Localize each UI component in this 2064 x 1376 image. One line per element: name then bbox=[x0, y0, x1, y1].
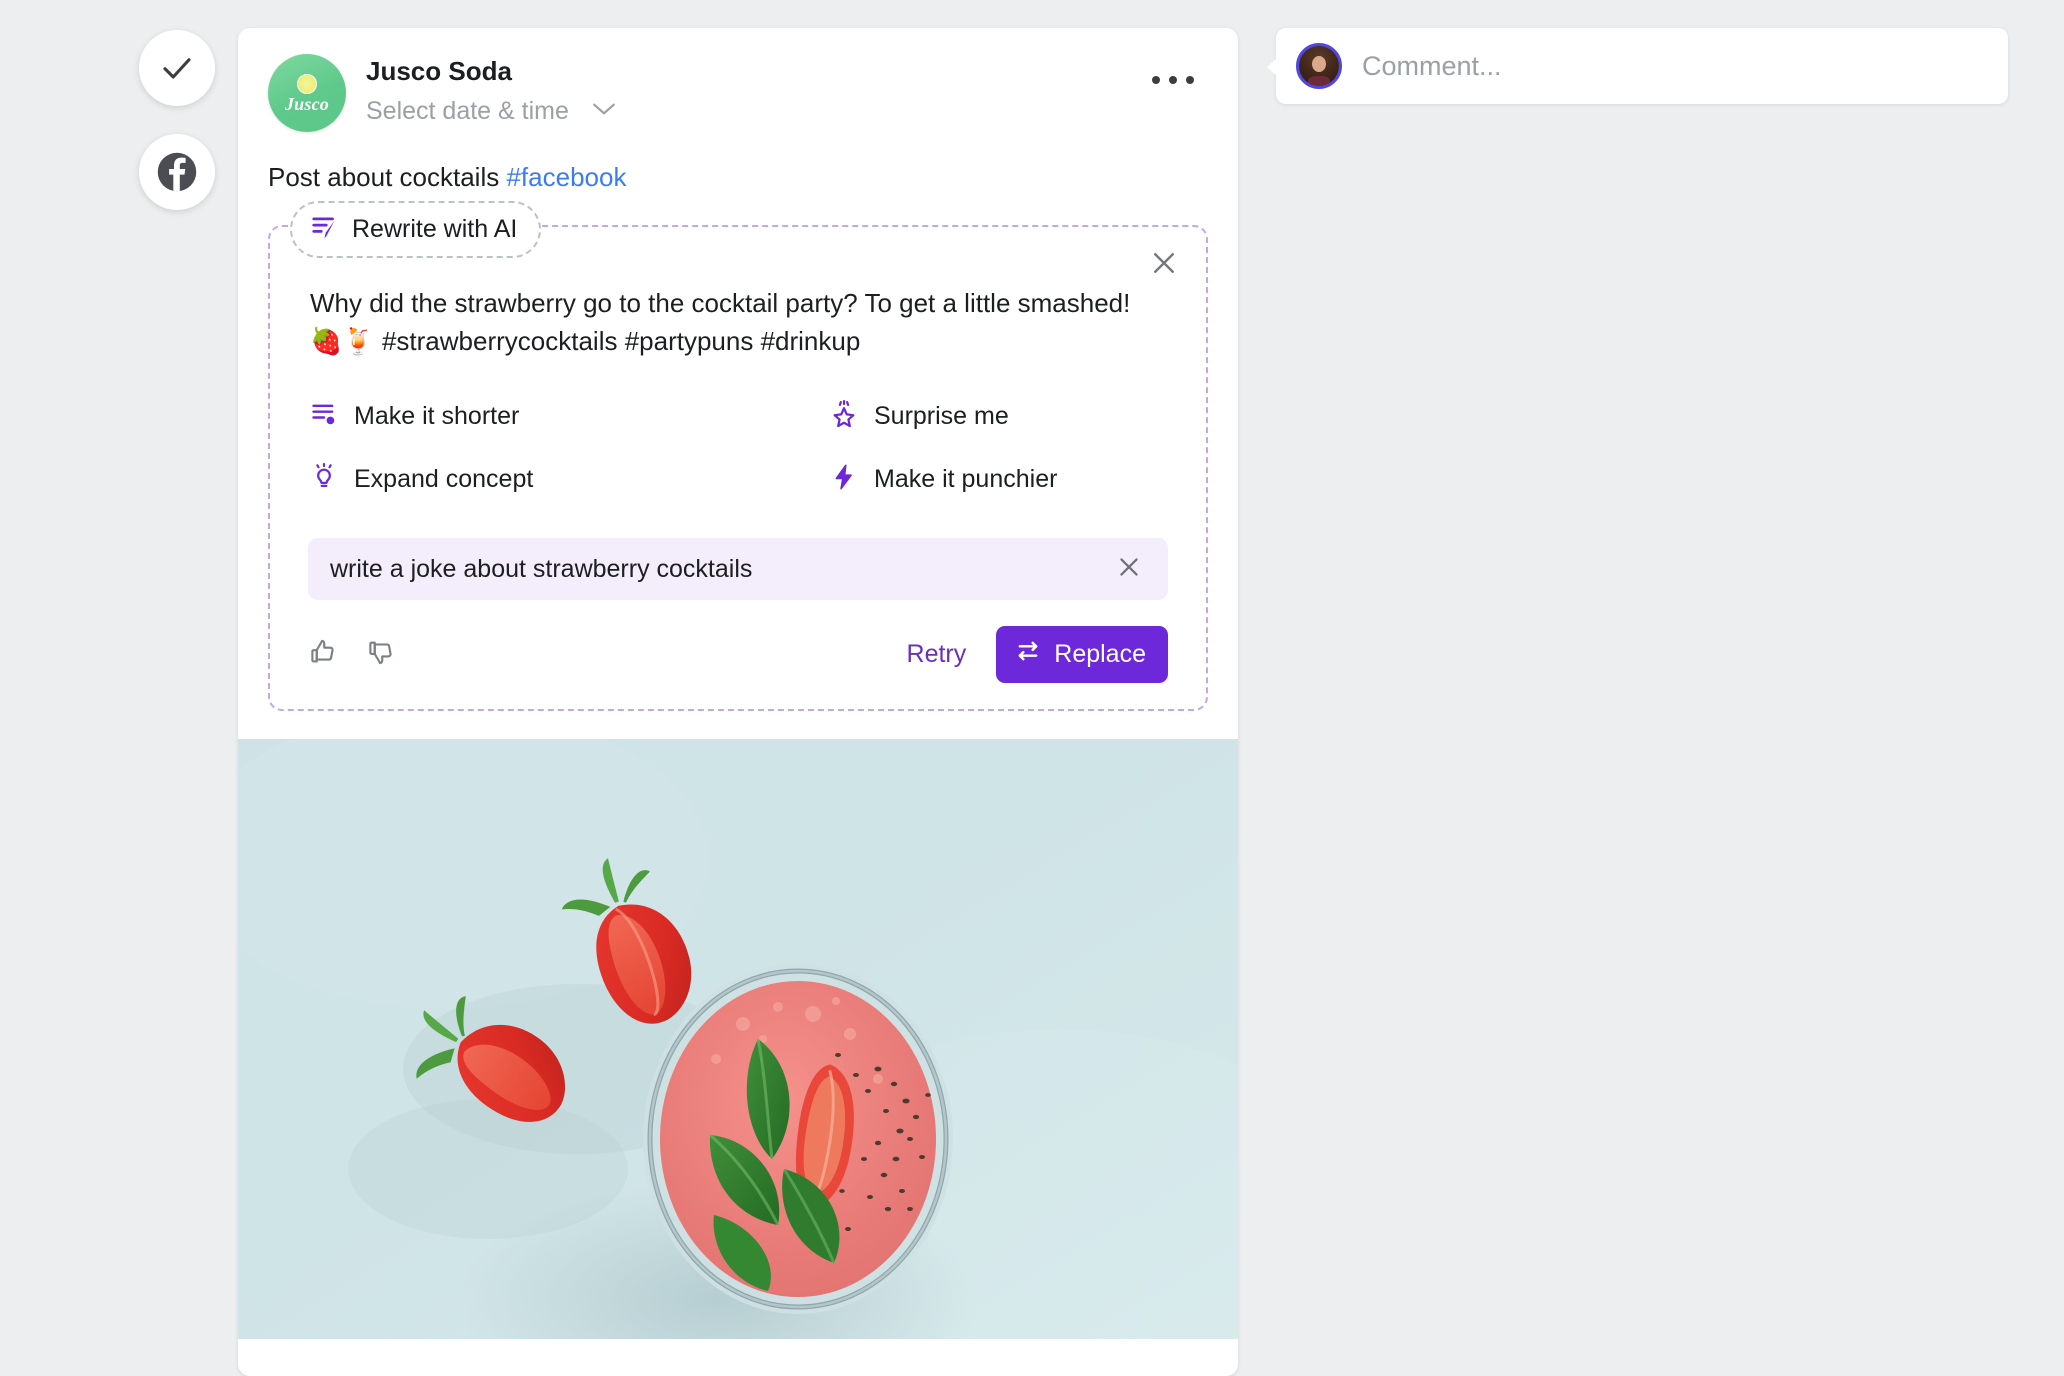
retry-button[interactable]: Retry bbox=[891, 630, 983, 679]
rewrite-ai-icon bbox=[310, 212, 340, 247]
feedback-group bbox=[308, 637, 396, 672]
close-icon bbox=[1149, 248, 1179, 283]
schedule-label: Select date & time bbox=[366, 97, 569, 126]
option-make-it-punchier[interactable]: Make it punchier bbox=[738, 463, 1166, 496]
dot-3 bbox=[1186, 76, 1194, 84]
lightning-bolt-icon bbox=[830, 463, 858, 496]
option-make-it-shorter[interactable]: Make it shorter bbox=[310, 400, 738, 433]
repeat-swap-icon bbox=[1014, 637, 1042, 672]
ai-option-list: Make it shorter Surprise me Expand conce… bbox=[298, 360, 1178, 496]
ai-prompt-field[interactable]: write a joke about strawberry cocktails bbox=[308, 538, 1168, 601]
ai-panel-footer: Retry Replace bbox=[308, 626, 1168, 684]
thumbs-down-icon[interactable] bbox=[366, 637, 396, 672]
shorten-lines-icon bbox=[310, 400, 338, 433]
thumbs-up-icon[interactable] bbox=[308, 637, 338, 672]
facebook-channel-button[interactable] bbox=[139, 134, 215, 210]
option-label: Expand concept bbox=[354, 465, 534, 494]
approve-check-button[interactable] bbox=[139, 30, 215, 106]
option-surprise-me[interactable]: Surprise me bbox=[738, 400, 1166, 433]
facebook-icon bbox=[156, 151, 198, 193]
chevron-down-icon bbox=[591, 101, 617, 122]
schedule-picker[interactable]: Select date & time bbox=[366, 97, 617, 126]
lightbulb-icon bbox=[310, 463, 338, 496]
lemon-slice-icon bbox=[297, 73, 317, 94]
post-header: Jusco Jusco Soda Select date & time bbox=[238, 28, 1238, 132]
left-rail bbox=[139, 30, 215, 238]
post-card: Jusco Jusco Soda Select date & time Post… bbox=[238, 28, 1238, 1376]
clear-prompt-button[interactable] bbox=[1110, 550, 1148, 588]
avatar-brand-text: Jusco bbox=[284, 93, 329, 114]
close-ai-panel-button[interactable] bbox=[1144, 245, 1184, 285]
account-name: Jusco Soda bbox=[366, 56, 512, 86]
option-expand-concept[interactable]: Expand concept bbox=[310, 463, 738, 496]
check-icon bbox=[159, 50, 195, 86]
option-label: Surprise me bbox=[874, 402, 1009, 431]
ai-prompt-value: write a joke about strawberry cocktails bbox=[330, 554, 753, 583]
post-hashtag[interactable]: #facebook bbox=[506, 162, 626, 192]
post-body-text[interactable]: Post about cocktails #facebook bbox=[238, 132, 1238, 195]
replace-button[interactable]: Replace bbox=[996, 626, 1168, 684]
post-header-text: Jusco Soda Select date & time bbox=[366, 54, 617, 126]
avatar-body bbox=[1307, 75, 1331, 86]
ai-suggestion-text: Why did the strawberry go to the cocktai… bbox=[310, 288, 1131, 356]
option-label: Make it shorter bbox=[354, 402, 520, 431]
ai-action-buttons: Retry Replace bbox=[891, 626, 1168, 684]
close-icon bbox=[1115, 553, 1143, 586]
replace-label: Replace bbox=[1054, 640, 1146, 669]
rewrite-with-ai-badge[interactable]: Rewrite with AI bbox=[290, 201, 542, 259]
rewrite-with-ai-label: Rewrite with AI bbox=[352, 215, 518, 244]
avatar: Jusco bbox=[268, 54, 346, 132]
comment-placeholder[interactable]: Comment... bbox=[1362, 51, 1502, 82]
commenter-avatar bbox=[1296, 43, 1342, 89]
post-more-menu-button[interactable] bbox=[1144, 68, 1202, 92]
ai-rewrite-panel: Rewrite with AI Why did the strawberry g… bbox=[268, 201, 1208, 712]
sparkle-star-icon bbox=[830, 400, 858, 433]
dot-1 bbox=[1152, 76, 1160, 84]
ai-rewrite-container: Rewrite with AI Why did the strawberry g… bbox=[268, 201, 1208, 712]
app-root: Jusco Jusco Soda Select date & time Post… bbox=[0, 0, 2064, 1376]
post-body-copy: Post about cocktails bbox=[268, 162, 507, 192]
comment-bar[interactable]: Comment... bbox=[1267, 28, 2008, 104]
smoothie-glass bbox=[643, 964, 953, 1315]
dot-2 bbox=[1169, 76, 1177, 84]
option-label: Make it punchier bbox=[874, 465, 1058, 494]
post-media[interactable] bbox=[238, 739, 1238, 1340]
smoothie-photo bbox=[238, 739, 1238, 1340]
